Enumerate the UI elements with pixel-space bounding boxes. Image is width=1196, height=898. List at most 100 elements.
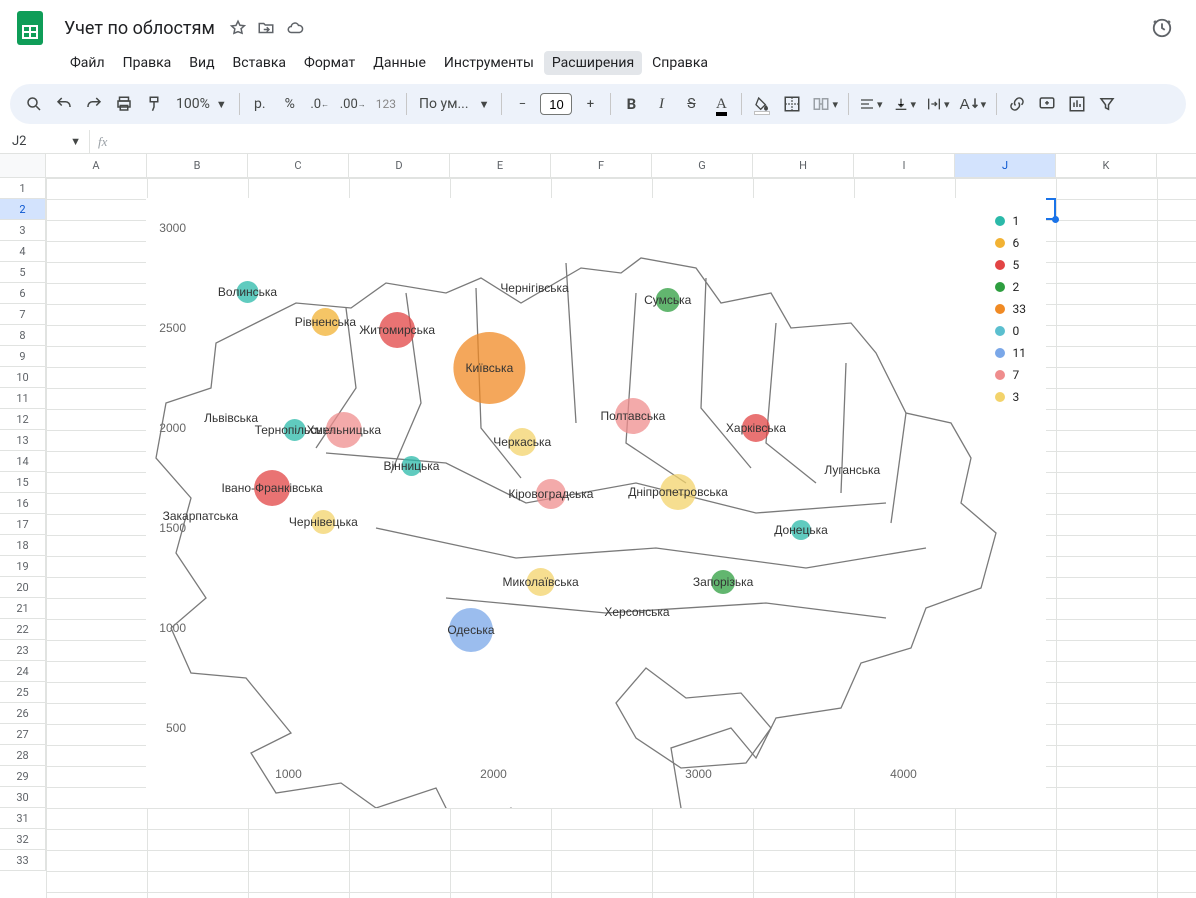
wrap-button[interactable]: ▾: [922, 90, 954, 118]
col-header[interactable]: E: [450, 154, 551, 177]
valign-button[interactable]: ▾: [889, 90, 921, 118]
row-header[interactable]: 11: [0, 388, 46, 409]
activity-icon[interactable]: [1148, 14, 1176, 42]
doc-title[interactable]: Учет по облостям: [58, 16, 221, 41]
menu-данные[interactable]: Данные: [365, 51, 434, 75]
select-all-corner[interactable]: [0, 154, 46, 177]
font-select[interactable]: По ум...▼: [413, 90, 495, 118]
row-header[interactable]: 24: [0, 661, 46, 682]
col-header[interactable]: B: [147, 154, 248, 177]
font-size-input[interactable]: [540, 93, 572, 115]
legend-label: 0: [1013, 324, 1020, 338]
cloud-icon[interactable]: [285, 19, 305, 37]
row-header[interactable]: 6: [0, 283, 46, 304]
percent-button[interactable]: %: [276, 90, 304, 118]
row-header[interactable]: 7: [0, 304, 46, 325]
menu-формат[interactable]: Формат: [296, 51, 363, 75]
menu-вставка[interactable]: Вставка: [225, 51, 294, 75]
col-header[interactable]: J: [955, 154, 1056, 177]
menu-расширения[interactable]: Расширения: [544, 51, 642, 75]
row-header[interactable]: 4: [0, 241, 46, 262]
row-header[interactable]: 5: [0, 262, 46, 283]
row-header[interactable]: 26: [0, 703, 46, 724]
chart-icon[interactable]: [1063, 90, 1091, 118]
row-header[interactable]: 15: [0, 472, 46, 493]
row-header[interactable]: 10: [0, 367, 46, 388]
col-header[interactable]: D: [349, 154, 450, 177]
row-header[interactable]: 30: [0, 787, 46, 808]
row-header[interactable]: 20: [0, 577, 46, 598]
menu-вид[interactable]: Вид: [181, 51, 222, 75]
borders-button[interactable]: [778, 90, 806, 118]
paint-format-icon[interactable]: [140, 90, 168, 118]
row-header[interactable]: 29: [0, 766, 46, 787]
strike-button[interactable]: S: [677, 90, 705, 118]
selection-handle[interactable]: [1052, 216, 1059, 223]
formula-bar: J2▼ fx: [0, 130, 1196, 154]
title-row: Учет по облостям: [10, 8, 1186, 48]
col-header[interactable]: H: [753, 154, 854, 177]
legend-item: 11: [995, 342, 1027, 364]
col-header[interactable]: A: [46, 154, 147, 177]
bold-button[interactable]: B: [617, 90, 645, 118]
menu-файл[interactable]: Файл: [62, 51, 113, 75]
col-header[interactable]: I: [854, 154, 955, 177]
col-header[interactable]: F: [551, 154, 652, 177]
name-box[interactable]: J2▼: [0, 130, 90, 153]
halign-button[interactable]: ▾: [855, 90, 887, 118]
legend-dot-icon: [995, 370, 1005, 380]
row-header[interactable]: 19: [0, 556, 46, 577]
decrease-decimal-icon[interactable]: .0←: [306, 90, 334, 118]
row-header[interactable]: 31: [0, 808, 46, 829]
filter-icon[interactable]: [1093, 90, 1121, 118]
text-color-button[interactable]: A: [707, 90, 735, 118]
row-header[interactable]: 13: [0, 430, 46, 451]
col-header[interactable]: K: [1056, 154, 1157, 177]
row-header[interactable]: 23: [0, 640, 46, 661]
row-header[interactable]: 3: [0, 220, 46, 241]
star-icon[interactable]: [229, 19, 247, 37]
row-header[interactable]: 22: [0, 619, 46, 640]
row-header[interactable]: 8: [0, 325, 46, 346]
link-icon[interactable]: [1003, 90, 1031, 118]
row-header[interactable]: 25: [0, 682, 46, 703]
chart[interactable]: 50010001500200025003000 1000200030004000…: [146, 198, 1046, 808]
row-header[interactable]: 18: [0, 535, 46, 556]
row-header[interactable]: 27: [0, 724, 46, 745]
undo-icon[interactable]: [50, 90, 78, 118]
zoom-select[interactable]: 100%▼: [170, 90, 233, 118]
increase-decimal-icon[interactable]: .00→: [336, 90, 370, 118]
print-icon[interactable]: [110, 90, 138, 118]
col-header[interactable]: C: [248, 154, 349, 177]
cells-area[interactable]: 50010001500200025003000 1000200030004000…: [46, 178, 1196, 898]
row-header[interactable]: 16: [0, 493, 46, 514]
comment-icon[interactable]: [1033, 90, 1061, 118]
row-header[interactable]: 14: [0, 451, 46, 472]
search-icon[interactable]: [20, 90, 48, 118]
row-header[interactable]: 2: [0, 199, 46, 220]
row-header[interactable]: 33: [0, 850, 46, 871]
row-header[interactable]: 17: [0, 514, 46, 535]
increase-fontsize-button[interactable]: +: [576, 90, 604, 118]
col-header[interactable]: G: [652, 154, 753, 177]
decrease-fontsize-button[interactable]: −: [508, 90, 536, 118]
row-header[interactable]: 9: [0, 346, 46, 367]
rotate-button[interactable]: A▾: [956, 90, 991, 118]
menu-инструменты[interactable]: Инструменты: [436, 51, 542, 75]
row-header[interactable]: 21: [0, 598, 46, 619]
more-formats-button[interactable]: 123: [372, 90, 400, 118]
row-header[interactable]: 28: [0, 745, 46, 766]
row-header[interactable]: 1: [0, 178, 46, 199]
move-icon[interactable]: [257, 19, 275, 37]
currency-button[interactable]: р.: [246, 90, 274, 118]
menu-справка[interactable]: Справка: [644, 51, 716, 75]
legend-dot-icon: [995, 282, 1005, 292]
row-header[interactable]: 32: [0, 829, 46, 850]
merge-button[interactable]: ▾: [808, 90, 842, 118]
redo-icon[interactable]: [80, 90, 108, 118]
menu-правка[interactable]: Правка: [115, 51, 180, 75]
sheets-logo[interactable]: [10, 8, 50, 48]
italic-button[interactable]: I: [647, 90, 675, 118]
fill-color-button[interactable]: [748, 90, 776, 118]
row-header[interactable]: 12: [0, 409, 46, 430]
